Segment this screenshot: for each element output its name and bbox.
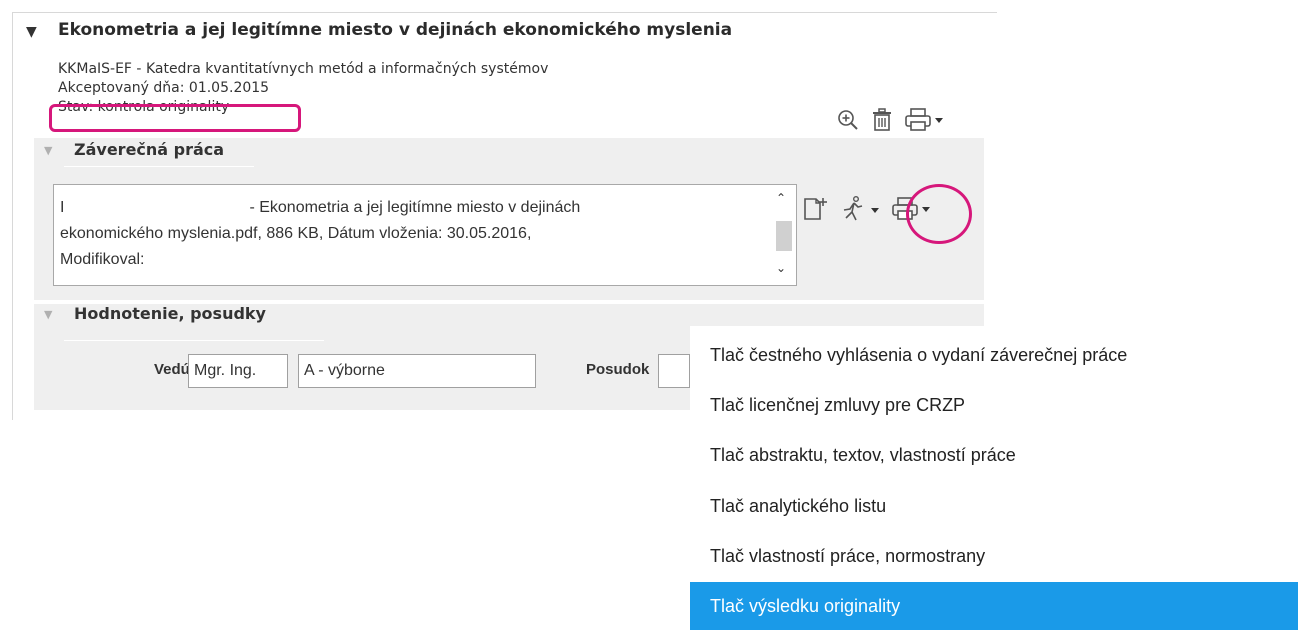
menu-item-print-properties[interactable]: Tlač vlastností práce, normostrany <box>690 532 1298 580</box>
file-info-line2: ekonomického myslenia.pdf, 886 KB, Dátum… <box>60 225 532 242</box>
review-label: Posudok <box>586 361 650 378</box>
accepted-date: Akceptovaný dňa: 01.05.2015 <box>58 80 270 96</box>
printer-icon[interactable] <box>905 108 943 132</box>
print-dropdown-menu: Tlač čestného vyhlásenia o vydaní závere… <box>690 326 1298 630</box>
grade-field[interactable]: A - výborne <box>298 354 536 388</box>
scroll-up-icon[interactable]: ⌃ <box>776 191 786 205</box>
file-name-line1: - Ekonometria a jej legitímne miesto v d… <box>249 199 581 216</box>
zoom-in-icon[interactable] <box>837 109 859 131</box>
new-document-icon[interactable] <box>802 196 828 222</box>
review-field[interactable] <box>658 354 690 388</box>
modified-by-label: Modifikoval: <box>60 251 145 268</box>
menu-item-print-abstract[interactable]: Tlač abstraktu, textov, vlastností práce <box>690 431 1298 479</box>
review-title: Hodnotenie, posudky <box>74 304 266 323</box>
final-work-title: Záverečná práca <box>74 140 225 159</box>
thesis-actions <box>837 108 943 132</box>
file-list-scrollbar[interactable]: ⌃ ⌄ <box>772 185 796 285</box>
thesis-title: Ekonometria a jej legitímne miesto v dej… <box>58 20 733 40</box>
run-icon[interactable] <box>840 196 880 222</box>
scroll-down-icon[interactable]: ⌄ <box>776 261 786 275</box>
final-work-collapse-toggle[interactable]: ▼ <box>44 144 52 157</box>
file-entry[interactable]: I - Ekonometria a jej legitímne miesto v … <box>60 195 760 273</box>
trash-icon[interactable] <box>871 108 893 132</box>
file-list[interactable]: I - Ekonometria a jej legitímne miesto v … <box>53 184 797 286</box>
thesis-collapse-toggle[interactable]: ▼ <box>26 24 37 40</box>
panel-border <box>12 12 997 13</box>
final-work-section: ▼ Záverečná práca I - Ekonometria a jej l… <box>34 138 984 300</box>
supervisor-field[interactable]: Mgr. Ing. <box>188 354 288 388</box>
file-owner-prefix: I <box>60 199 65 216</box>
section-divider <box>64 340 324 341</box>
department: KKMaIS-EF - Katedra kvantitatívnych metó… <box>58 61 549 77</box>
menu-item-print-originality[interactable]: Tlač výsledku originality <box>690 582 1298 630</box>
menu-item-print-declaration[interactable]: Tlač čestného vyhlásenia o vydaní závere… <box>690 331 1298 379</box>
scroll-thumb[interactable] <box>776 221 792 251</box>
menu-item-print-license[interactable]: Tlač licenčnej zmluvy pre CRZP <box>690 381 1298 429</box>
menu-item-print-analytic-sheet[interactable]: Tlač analytického listu <box>690 482 1298 530</box>
print-button-highlight-annotation <box>906 184 972 244</box>
section-divider <box>64 166 254 167</box>
status-highlight-annotation <box>49 104 301 132</box>
review-collapse-toggle[interactable]: ▼ <box>44 308 52 321</box>
panel-border <box>12 12 13 420</box>
